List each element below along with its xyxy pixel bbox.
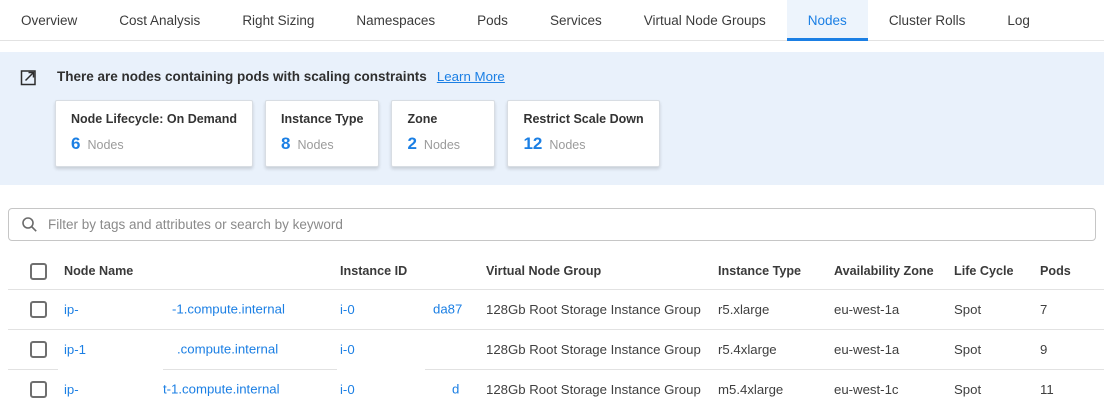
pods-count-cell: 7 bbox=[1040, 302, 1104, 317]
column-header-instance-type: Instance Type bbox=[718, 264, 834, 278]
redaction-patch bbox=[58, 366, 163, 373]
node-name-link[interactable]: ip- t-1.compute.internal bbox=[64, 369, 340, 404]
column-header-instance-id: Instance ID bbox=[340, 264, 486, 278]
availability-zone-cell: eu-west-1a bbox=[834, 342, 954, 357]
instance-id-link[interactable]: i-0 d bbox=[340, 369, 486, 404]
tab-label: Nodes bbox=[808, 13, 847, 28]
banner-message: There are nodes containing pods with sca… bbox=[57, 69, 427, 84]
row-checkbox[interactable] bbox=[30, 301, 47, 318]
card-unit: Nodes bbox=[549, 138, 585, 152]
scale-out-icon bbox=[20, 67, 39, 86]
tab-namespaces[interactable]: Namespaces bbox=[335, 0, 456, 40]
virtual-node-group-cell: 128Gb Root Storage Instance Group bbox=[486, 342, 718, 357]
table-row: ip- t-1.compute.internal i-0 d 128Gb Roo… bbox=[0, 369, 1104, 404]
pods-count-cell: 11 bbox=[1040, 382, 1104, 397]
tab-nodes[interactable]: Nodes bbox=[787, 0, 868, 40]
tab-label: Cost Analysis bbox=[119, 13, 200, 28]
card-count: 8 bbox=[281, 134, 290, 154]
tab-overview[interactable]: Overview bbox=[0, 0, 98, 40]
constraint-card-instance-type[interactable]: Instance Type 8 Nodes bbox=[265, 100, 379, 167]
instance-id-link[interactable]: i-0 da87 bbox=[340, 289, 486, 329]
card-count: 2 bbox=[407, 134, 416, 154]
instance-type-cell: r5.4xlarge bbox=[718, 342, 834, 357]
instance-id-link[interactable]: i-0 bbox=[340, 329, 486, 369]
card-title: Zone bbox=[407, 112, 479, 126]
tab-label: Overview bbox=[21, 13, 77, 28]
row-checkbox[interactable] bbox=[30, 341, 47, 358]
column-header-pods: Pods bbox=[1040, 264, 1104, 278]
tab-label: Services bbox=[550, 13, 602, 28]
tab-services[interactable]: Services bbox=[529, 0, 623, 40]
learn-more-link[interactable]: Learn More bbox=[437, 69, 505, 84]
tab-label: Log bbox=[1007, 13, 1030, 28]
scaling-constraints-banner: There are nodes containing pods with sca… bbox=[0, 52, 1104, 185]
instance-id-prefix: i-0 bbox=[340, 342, 355, 357]
tab-label: Cluster Rolls bbox=[889, 13, 966, 28]
search-icon bbox=[21, 216, 38, 233]
nodes-table: Node Name Instance ID Virtual Node Group… bbox=[0, 253, 1104, 404]
column-header-virtual-node-group: Virtual Node Group bbox=[486, 264, 718, 278]
availability-zone-cell: eu-west-1c bbox=[834, 382, 954, 397]
card-title: Node Lifecycle: On Demand bbox=[71, 112, 237, 126]
tab-label: Right Sizing bbox=[242, 13, 314, 28]
tab-cost-analysis[interactable]: Cost Analysis bbox=[98, 0, 221, 40]
virtual-node-group-cell: 128Gb Root Storage Instance Group bbox=[486, 302, 718, 317]
instance-id-prefix: i-0 bbox=[340, 382, 355, 397]
column-header-availability-zone: Availability Zone bbox=[834, 264, 954, 278]
availability-zone-cell: eu-west-1a bbox=[834, 302, 954, 317]
tab-label: Virtual Node Groups bbox=[644, 13, 766, 28]
tab-label: Namespaces bbox=[356, 13, 435, 28]
tab-log[interactable]: Log bbox=[986, 0, 1051, 40]
life-cycle-cell: Spot bbox=[954, 382, 1040, 397]
node-name-suffix: -1.compute.internal bbox=[172, 302, 285, 317]
tab-virtual-node-groups[interactable]: Virtual Node Groups bbox=[623, 0, 787, 40]
life-cycle-cell: Spot bbox=[954, 302, 1040, 317]
node-name-prefix: ip- bbox=[64, 382, 79, 397]
column-header-life-cycle: Life Cycle bbox=[954, 264, 1040, 278]
instance-id-prefix: i-0 bbox=[340, 302, 355, 317]
node-name-prefix: ip-1 bbox=[64, 342, 86, 357]
card-title: Restrict Scale Down bbox=[523, 112, 643, 126]
table-row: ip-1 .compute.internal i-0 128Gb Root St… bbox=[0, 329, 1104, 369]
constraint-cards: Node Lifecycle: On Demand 6 Nodes Instan… bbox=[55, 100, 1084, 167]
tab-bar: Overview Cost Analysis Right Sizing Name… bbox=[0, 0, 1104, 41]
pods-count-cell: 9 bbox=[1040, 342, 1104, 357]
node-name-suffix: .compute.internal bbox=[177, 342, 278, 357]
card-unit: Nodes bbox=[87, 138, 123, 152]
node-name-link[interactable]: ip- -1.compute.internal bbox=[64, 289, 340, 329]
node-name-link[interactable]: ip-1 .compute.internal bbox=[64, 329, 340, 369]
instance-id-suffix: da87 bbox=[433, 302, 462, 317]
instance-type-cell: r5.xlarge bbox=[718, 302, 834, 317]
row-checkbox[interactable] bbox=[30, 381, 47, 398]
node-name-suffix: t-1.compute.internal bbox=[163, 382, 280, 397]
instance-id-suffix: d bbox=[452, 382, 459, 397]
redaction-patch bbox=[337, 366, 425, 373]
card-unit: Nodes bbox=[424, 138, 460, 152]
column-header-node-name: Node Name bbox=[64, 264, 340, 278]
virtual-node-group-cell: 128Gb Root Storage Instance Group bbox=[486, 382, 718, 397]
instance-type-cell: m5.4xlarge bbox=[718, 382, 834, 397]
life-cycle-cell: Spot bbox=[954, 342, 1040, 357]
table-header-row: Node Name Instance ID Virtual Node Group… bbox=[0, 253, 1104, 289]
tab-cluster-rolls[interactable]: Cluster Rolls bbox=[868, 0, 987, 40]
tab-right-sizing[interactable]: Right Sizing bbox=[221, 0, 335, 40]
card-count: 12 bbox=[523, 134, 542, 154]
select-all-checkbox[interactable] bbox=[30, 263, 47, 280]
filter-search-bar bbox=[8, 208, 1096, 241]
table-row: ip- -1.compute.internal i-0 da87 128Gb R… bbox=[0, 289, 1104, 329]
tab-label: Pods bbox=[477, 13, 508, 28]
tab-pods[interactable]: Pods bbox=[456, 0, 529, 40]
card-title: Instance Type bbox=[281, 112, 363, 126]
search-input[interactable] bbox=[48, 217, 1083, 232]
card-unit: Nodes bbox=[297, 138, 333, 152]
card-count: 6 bbox=[71, 134, 80, 154]
constraint-card-node-lifecycle[interactable]: Node Lifecycle: On Demand 6 Nodes bbox=[55, 100, 253, 167]
node-name-prefix: ip- bbox=[64, 302, 79, 317]
constraint-card-zone[interactable]: Zone 2 Nodes bbox=[391, 100, 495, 167]
constraint-card-restrict-scale-down[interactable]: Restrict Scale Down 12 Nodes bbox=[507, 100, 659, 167]
